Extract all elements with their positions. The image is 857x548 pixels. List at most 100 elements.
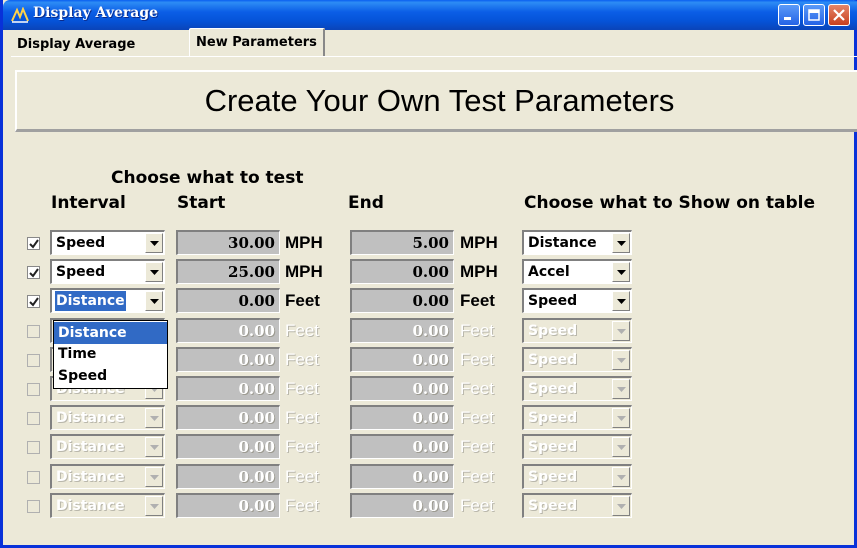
show-select[interactable]: Speed: [522, 376, 632, 401]
dropdown-option[interactable]: Speed: [54, 365, 167, 387]
maximize-icon: [808, 9, 820, 21]
end-input[interactable]: 0.00: [350, 376, 454, 401]
start-input[interactable]: 0.00: [176, 464, 280, 489]
start-unit: Feet: [285, 291, 320, 310]
show-select[interactable]: Speed: [522, 405, 632, 430]
banner-panel: Create Your Own Test Parameters: [15, 70, 857, 132]
show-select[interactable]: Accel: [522, 259, 632, 284]
dropdown-arrow[interactable]: [612, 291, 630, 311]
dropdown-arrow[interactable]: [612, 262, 630, 282]
dropdown-arrow[interactable]: [612, 496, 630, 516]
row-checkbox[interactable]: [27, 295, 40, 308]
minimize-button[interactable]: [778, 4, 800, 26]
interval-select[interactable]: Distance: [50, 493, 165, 518]
show-select[interactable]: Distance: [522, 230, 632, 255]
show-select[interactable]: Speed: [522, 347, 632, 372]
row-checkbox[interactable]: [27, 500, 40, 513]
chevron-down-icon: [617, 299, 626, 304]
start-input[interactable]: 0.00: [176, 405, 280, 430]
dropdown-arrow[interactable]: [612, 321, 630, 341]
dropdown-arrow[interactable]: [612, 437, 630, 457]
start-input[interactable]: 0.00: [176, 493, 280, 518]
dropdown-arrow[interactable]: [145, 262, 163, 282]
start-input[interactable]: 0.00: [176, 318, 280, 343]
row-checkbox[interactable]: [27, 266, 40, 279]
end-input[interactable]: 0.00: [350, 434, 454, 459]
chevron-down-icon: [150, 416, 159, 421]
tab-display-average[interactable]: Display Average: [11, 31, 141, 59]
dropdown-arrow[interactable]: [145, 233, 163, 253]
start-input[interactable]: 0.00: [176, 376, 280, 401]
maximize-button[interactable]: [803, 4, 825, 26]
tab-divider: [11, 56, 857, 57]
interval-select[interactable]: Speed: [50, 259, 165, 284]
dropdown-option[interactable]: Distance: [54, 322, 167, 344]
start-unit: Feet: [285, 408, 320, 427]
end-input[interactable]: 0.00: [350, 405, 454, 430]
banner-title: Create Your Own Test Parameters: [204, 83, 675, 118]
show-select[interactable]: Speed: [522, 434, 632, 459]
row-checkbox[interactable]: [27, 354, 40, 367]
dropdown-arrow[interactable]: [612, 467, 630, 487]
dropdown-option[interactable]: Time: [54, 343, 167, 365]
chevron-down-icon: [617, 270, 626, 275]
dropdown-arrow[interactable]: [612, 350, 630, 370]
show-select[interactable]: Speed: [522, 318, 632, 343]
interval-dropdown-list[interactable]: Distance Time Speed: [53, 320, 168, 389]
title-bar[interactable]: Display Average: [3, 0, 857, 30]
start-input[interactable]: 0.00: [176, 347, 280, 372]
start-unit: MPH: [285, 262, 323, 281]
chevron-down-icon: [150, 475, 159, 480]
dropdown-arrow[interactable]: [612, 233, 630, 253]
interval-value: Speed: [56, 264, 106, 280]
end-unit: Feet: [460, 437, 495, 456]
show-select[interactable]: Speed: [522, 288, 632, 313]
start-input[interactable]: 0.00: [176, 288, 280, 313]
end-unit: Feet: [460, 408, 495, 427]
dropdown-arrow[interactable]: [612, 408, 630, 428]
interval-select[interactable]: Distance: [50, 464, 165, 489]
dropdown-arrow[interactable]: [145, 467, 163, 487]
end-input[interactable]: 0.00: [350, 347, 454, 372]
end-input[interactable]: 0.00: [350, 318, 454, 343]
start-input[interactable]: 30.00: [176, 230, 280, 255]
row-checkbox[interactable]: [27, 325, 40, 338]
end-input[interactable]: 0.00: [350, 464, 454, 489]
end-unit: MPH: [460, 233, 498, 252]
minimize-icon: [784, 17, 791, 20]
end-input[interactable]: 0.00: [350, 259, 454, 284]
show-value: Speed: [528, 410, 578, 426]
interval-select[interactable]: Distance: [50, 434, 165, 459]
show-select[interactable]: Speed: [522, 493, 632, 518]
interval-select[interactable]: Speed: [50, 230, 165, 255]
close-button[interactable]: [828, 4, 850, 26]
dropdown-arrow[interactable]: [145, 437, 163, 457]
chevron-down-icon: [150, 299, 159, 304]
start-unit: Feet: [285, 350, 320, 369]
end-input[interactable]: 0.00: [350, 288, 454, 313]
dropdown-arrow[interactable]: [145, 496, 163, 516]
tab-new-parameters[interactable]: New Parameters: [189, 28, 325, 56]
show-select[interactable]: Speed: [522, 464, 632, 489]
end-input[interactable]: 0.00: [350, 493, 454, 518]
interval-select[interactable]: Distance: [50, 405, 165, 430]
app-window: Display Average Display Average New Para…: [0, 0, 857, 548]
row-checkbox[interactable]: [27, 441, 40, 454]
interval-value: Speed: [56, 235, 106, 251]
row-checkbox[interactable]: [27, 383, 40, 396]
start-input[interactable]: 25.00: [176, 259, 280, 284]
dropdown-arrow[interactable]: [145, 291, 163, 311]
end-unit: Feet: [460, 321, 495, 340]
end-input[interactable]: 5.00: [350, 230, 454, 255]
start-input[interactable]: 0.00: [176, 434, 280, 459]
header-end: End: [348, 193, 384, 213]
row-checkbox[interactable]: [27, 412, 40, 425]
window-title: Display Average: [33, 5, 159, 21]
dropdown-arrow[interactable]: [145, 408, 163, 428]
dropdown-arrow[interactable]: [612, 379, 630, 399]
row-checkbox[interactable]: [27, 471, 40, 484]
show-value: Speed: [528, 469, 578, 485]
row-checkbox[interactable]: [27, 237, 40, 250]
chevron-down-icon: [617, 475, 626, 480]
interval-select[interactable]: Distance: [50, 288, 165, 313]
